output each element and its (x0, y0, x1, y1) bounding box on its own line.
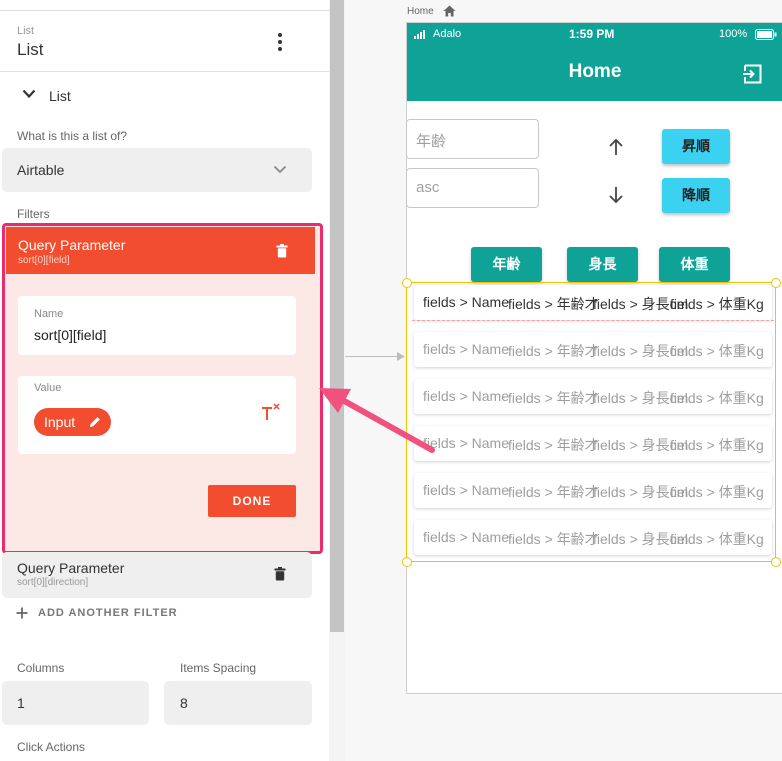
cell-name: fields > Name (423, 529, 509, 545)
list-row[interactable]: fields > Name fields > 年齢才 fields > 身長cm… (414, 379, 772, 414)
section-title[interactable]: List (49, 88, 71, 104)
panel-scrollbar-thumb[interactable] (330, 0, 344, 632)
more-vert-icon[interactable] (271, 33, 289, 53)
columns-value: 1 (17, 695, 25, 711)
filters-label: Filters (17, 207, 50, 221)
sort-field-input[interactable]: 年齢 (406, 119, 539, 159)
cell-weight: fields > 体重Kg (670, 437, 764, 453)
list-row[interactable]: fields > Name fields > 年齢才 fields > 身長cm… (414, 285, 772, 320)
connector-arrow-icon (397, 352, 405, 361)
panel-title: List (17, 40, 44, 59)
sort-weight-button[interactable]: 体重 (659, 247, 730, 282)
status-time: 1:59 PM (569, 27, 615, 41)
magic-text-icon[interactable] (260, 402, 282, 424)
cell-name: fields > Name (423, 482, 509, 498)
first-row-divider (412, 320, 774, 321)
plus-icon (16, 607, 28, 619)
list-row[interactable]: fields > Name fields > 年齢才 fields > 身長cm… (414, 332, 772, 367)
click-actions-label: Click Actions (17, 740, 86, 754)
items-spacing-label: Items Spacing (180, 661, 257, 675)
selection-border (406, 561, 775, 562)
cell-weight: fields > 体重Kg (670, 296, 764, 312)
value-label: Value (34, 382, 62, 394)
list-row[interactable]: fields > Name fields > 年齢才 fields > 身長cm… (414, 426, 772, 461)
filter-title: Query Parameter (18, 237, 126, 253)
name-field[interactable]: Name sort[0][field] (18, 296, 296, 355)
filter-card-sort-direction[interactable]: Query Parameter sort[0][direction] (2, 552, 312, 598)
resize-handle[interactable] (771, 278, 781, 288)
cell-age: fields > 年齢才 (508, 437, 599, 453)
selection-border (406, 282, 775, 283)
descending-button[interactable]: 降順 (662, 178, 730, 213)
items-spacing-input[interactable]: 8 (164, 681, 312, 725)
cell-age: fields > 年齢才 (508, 296, 599, 312)
list-source-select[interactable]: Airtable (2, 148, 312, 192)
cell-age: fields > 年齢才 (508, 484, 599, 500)
header-divider (0, 71, 329, 72)
pill-label: Input (44, 414, 76, 430)
home-icon (443, 5, 456, 17)
list-row[interactable]: fields > Name fields > 年齢才 fields > 身長cm… (414, 473, 772, 508)
items-spacing-value: 8 (180, 695, 188, 711)
name-value: sort[0][field] (34, 327, 107, 343)
columns-input[interactable]: 1 (2, 681, 149, 725)
annotation-arrow-icon (319, 388, 435, 453)
battery-icon (755, 29, 777, 40)
value-field[interactable]: Value Input (18, 376, 296, 454)
list-row[interactable]: fields > Name fields > 年齢才 fields > 身長cm… (414, 520, 772, 555)
cell-weight: fields > 体重Kg (670, 531, 764, 547)
chevron-down-icon[interactable] (22, 89, 36, 99)
input-magic-pill[interactable]: Input (34, 408, 111, 436)
add-filter-button[interactable]: ADD ANOTHER FILTER (16, 607, 186, 621)
carrier-label: Adalo (433, 28, 462, 40)
chevron-down-icon (273, 165, 287, 174)
cell-weight: fields > 体重Kg (670, 343, 764, 359)
cell-weight: fields > 体重Kg (670, 484, 764, 500)
list-of-label: What is this a list of? (17, 129, 128, 143)
resize-handle[interactable] (402, 557, 412, 567)
filter-header[interactable]: Query Parameter sort[0][field] (6, 227, 315, 274)
app-title: Home (568, 61, 622, 82)
cell-age: fields > 年齢才 (508, 531, 599, 547)
list-source-value: Airtable (17, 162, 65, 178)
sort-age-button[interactable]: 年齢 (471, 247, 542, 282)
ascending-button[interactable]: 昇順 (662, 129, 730, 164)
filter-title: Query Parameter (17, 560, 125, 576)
filter-subtitle: sort[0][direction] (17, 577, 89, 588)
resize-handle[interactable] (771, 557, 781, 567)
add-filter-label: ADD ANOTHER FILTER (38, 607, 178, 619)
app-bar: Adalo 1:59 PM 100% Home (407, 23, 782, 101)
logout-icon[interactable] (742, 64, 764, 84)
name-label: Name (34, 308, 64, 320)
signal-icon (414, 30, 425, 39)
cell-age: fields > 年齢才 (508, 343, 599, 359)
arrow-down-icon (609, 187, 623, 204)
battery-label: 100% (719, 28, 748, 40)
sort-direction-placeholder: asc (416, 179, 440, 196)
properties-panel: List List List What is this a list of? A… (0, 0, 330, 761)
arrow-up-icon (609, 138, 623, 155)
cell-age: fields > 年齢才 (508, 390, 599, 406)
screen-label[interactable]: Home (407, 6, 434, 17)
trash-icon[interactable] (274, 567, 286, 581)
resize-handle[interactable] (402, 278, 412, 288)
panel-header-type: List (17, 25, 35, 37)
sort-field-placeholder: 年齢 (416, 133, 447, 150)
cell-name: fields > Name (423, 294, 509, 310)
columns-label: Columns (17, 661, 65, 675)
pencil-icon (90, 417, 100, 427)
selection-border (775, 282, 776, 562)
sort-direction-input[interactable]: asc (406, 168, 539, 208)
filter-card-sort-field: Query Parameter sort[0][field] Name sort… (2, 223, 323, 554)
done-button[interactable]: DONE (208, 485, 296, 517)
top-divider (0, 10, 329, 11)
cell-name: fields > Name (423, 341, 509, 357)
connector-line (345, 356, 401, 357)
cell-weight: fields > 体重Kg (670, 390, 764, 406)
sort-height-button[interactable]: 身長 (567, 247, 638, 282)
filter-subtitle: sort[0][field] (18, 255, 70, 266)
trash-icon[interactable] (276, 244, 288, 258)
